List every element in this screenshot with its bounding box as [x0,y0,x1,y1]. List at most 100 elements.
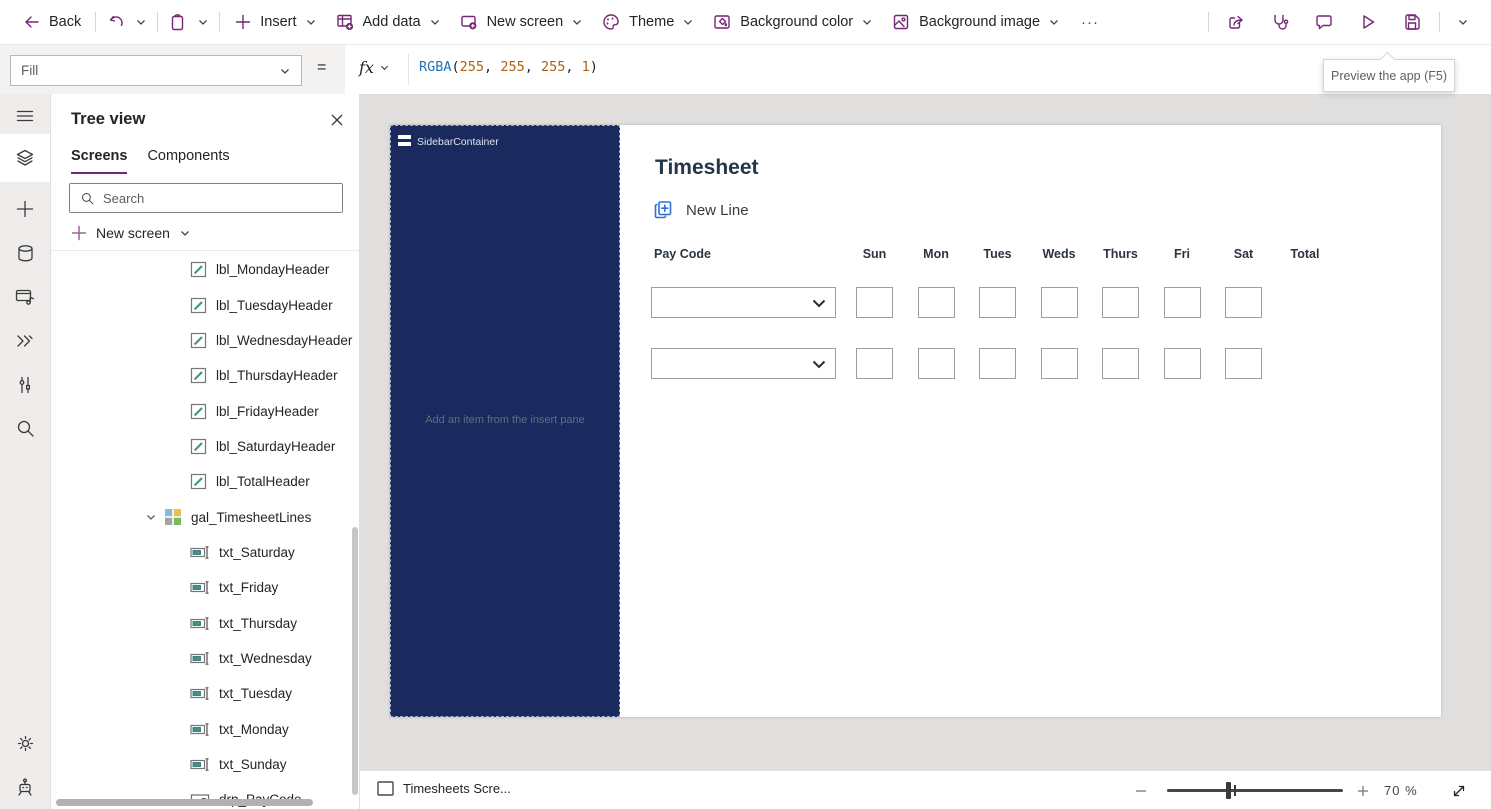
comments-button[interactable] [1302,6,1346,38]
save-menu-button[interactable] [1445,6,1481,38]
add-data-button[interactable]: Add data [326,6,450,38]
tree-item-lbl_ThursdayHeader[interactable]: lbl_ThursdayHeader [51,358,359,393]
background-color-button[interactable]: Background color [703,6,882,38]
tree-item-txt_Saturday[interactable]: txt_Saturday [51,535,359,570]
zoom-slider-track[interactable] [1167,789,1343,792]
tree-item-lbl_WednesdayHeader[interactable]: lbl_WednesdayHeader [51,323,359,358]
fx-menu-button[interactable]: fx [359,58,390,77]
tree-search-input[interactable]: Search [69,183,343,213]
hours-input-tues[interactable] [979,348,1016,379]
rail-search-button[interactable] [0,406,50,450]
paste-menu-button[interactable] [192,6,214,38]
formula-token: , [484,59,501,75]
tree-item-txt_Sunday[interactable]: txt_Sunday [51,747,359,782]
new-screen-button[interactable]: New screen [450,6,593,38]
close-icon [331,114,343,126]
tree-item-lbl_FridayHeader[interactable]: lbl_FridayHeader [51,393,359,428]
formula-input[interactable]: RGBA(255, 255, 255, 1) [419,59,598,75]
column-header-mon[interactable]: Mon [918,247,955,261]
column-header-weds[interactable]: Weds [1041,247,1078,261]
chevron-down-icon [281,68,289,74]
undo-menu-button[interactable] [130,6,152,38]
hours-input-fri[interactable] [1163,287,1201,318]
preview-app-button[interactable] [1346,6,1390,38]
back-button[interactable]: Back [14,6,90,38]
tree-item-txt_Monday[interactable]: txt_Monday [51,711,359,746]
app-checker-button[interactable] [1258,6,1302,38]
tree-item-txt_Friday[interactable]: txt_Friday [51,570,359,605]
column-header-sat[interactable]: Sat [1225,247,1262,261]
fit-to-window-button[interactable] [1448,780,1470,802]
tree-item-txt_Wednesday[interactable]: txt_Wednesday [51,641,359,676]
hours-input-sat[interactable] [1225,348,1262,379]
rail-advanced-tools-button[interactable] [0,363,50,407]
column-header-total[interactable]: Total [1287,247,1324,261]
zoom-out-button[interactable] [1130,780,1152,802]
save-button[interactable] [1390,6,1434,38]
tab-components[interactable]: Components [147,148,229,174]
current-screen-button[interactable]: Timesheets Scre... [377,781,511,796]
paycode-dropdown[interactable] [651,287,836,318]
column-header-sun[interactable]: Sun [856,247,893,261]
rail-ai-copilot-button[interactable] [0,765,50,809]
undo-button[interactable] [101,6,130,38]
tree-new-screen-button[interactable]: New screen [71,219,191,247]
tree-item-txt_Thursday[interactable]: txt_Thursday [51,605,359,640]
hours-input-thurs[interactable] [1102,287,1139,318]
rail-power-automate-button[interactable] [0,319,50,363]
rail-data-button[interactable] [0,231,50,275]
chevron-down-icon [380,65,389,71]
chevron-expanded-icon[interactable] [145,511,157,523]
property-selector[interactable]: Fill [10,55,302,86]
zoom-percentage: 70 % [1384,783,1418,798]
timesheet-title[interactable]: Timesheet [655,156,759,180]
rail-settings-button[interactable] [0,721,50,765]
tree-item-lbl_SaturdayHeader[interactable]: lbl_SaturdayHeader [51,429,359,464]
tree-item-gal_TimesheetLines[interactable]: gal_TimesheetLines [51,499,359,534]
hours-input-sun[interactable] [856,287,893,318]
hours-input-thurs[interactable] [1102,348,1139,379]
zoom-slider-thumb[interactable] [1226,782,1231,799]
tree-item-lbl_TotalHeader[interactable]: lbl_TotalHeader [51,464,359,499]
hours-input-fri[interactable] [1163,348,1201,379]
tree-item-lbl_MondayHeader[interactable]: lbl_MondayHeader [51,252,359,287]
left-navigation-rail [0,94,50,809]
sidebar-container-control[interactable]: SidebarContainer Add an item from the in… [390,125,620,717]
app-canvas[interactable]: SidebarContainer Add an item from the in… [390,125,1441,717]
new-line-button[interactable]: New Line [652,199,749,221]
hours-input-weds[interactable] [1040,287,1078,318]
hours-input-weds[interactable] [1040,348,1078,379]
column-header-fri[interactable]: Fri [1164,247,1201,261]
rail-media-button[interactable] [0,275,50,319]
tab-screens[interactable]: Screens [71,148,128,174]
more-commands-button[interactable]: ··· [1069,14,1111,31]
share-button[interactable] [1214,6,1258,38]
hours-input-tues[interactable] [979,287,1016,318]
hours-input-mon[interactable] [917,348,955,379]
hours-input-mon[interactable] [917,287,955,318]
formula-token: , [565,59,582,75]
rail-tree-view-button[interactable] [0,134,50,182]
column-header-tues[interactable]: Tues [979,247,1016,261]
paste-button[interactable] [163,6,192,38]
tree-view-close-button[interactable] [325,108,349,132]
rail-insert-button[interactable] [0,187,50,231]
column-header-thurs[interactable]: Thurs [1102,247,1139,261]
tree-item-txt_Tuesday[interactable]: txt_Tuesday [51,676,359,711]
paycode-dropdown[interactable] [651,348,836,379]
zoom-in-button[interactable] [1352,780,1374,802]
gear-icon [17,735,33,751]
hours-input-sat[interactable] [1225,287,1262,318]
tree-item-lbl_TuesdayHeader[interactable]: lbl_TuesdayHeader [51,287,359,322]
theme-label: Theme [629,14,675,30]
hours-input-sun[interactable] [856,348,893,379]
paycode-column-header[interactable]: Pay Code [651,247,856,261]
tree-vertical-scrollbar[interactable] [352,527,358,795]
tree-horizontal-scrollbar[interactable] [56,799,313,806]
formula-token: 255 [540,59,566,75]
menu-button[interactable] [0,94,50,138]
insert-button[interactable]: Insert [225,6,325,38]
tree-divider [51,250,359,251]
theme-button[interactable]: Theme [592,6,703,38]
background-image-button[interactable]: Background image [882,6,1069,38]
